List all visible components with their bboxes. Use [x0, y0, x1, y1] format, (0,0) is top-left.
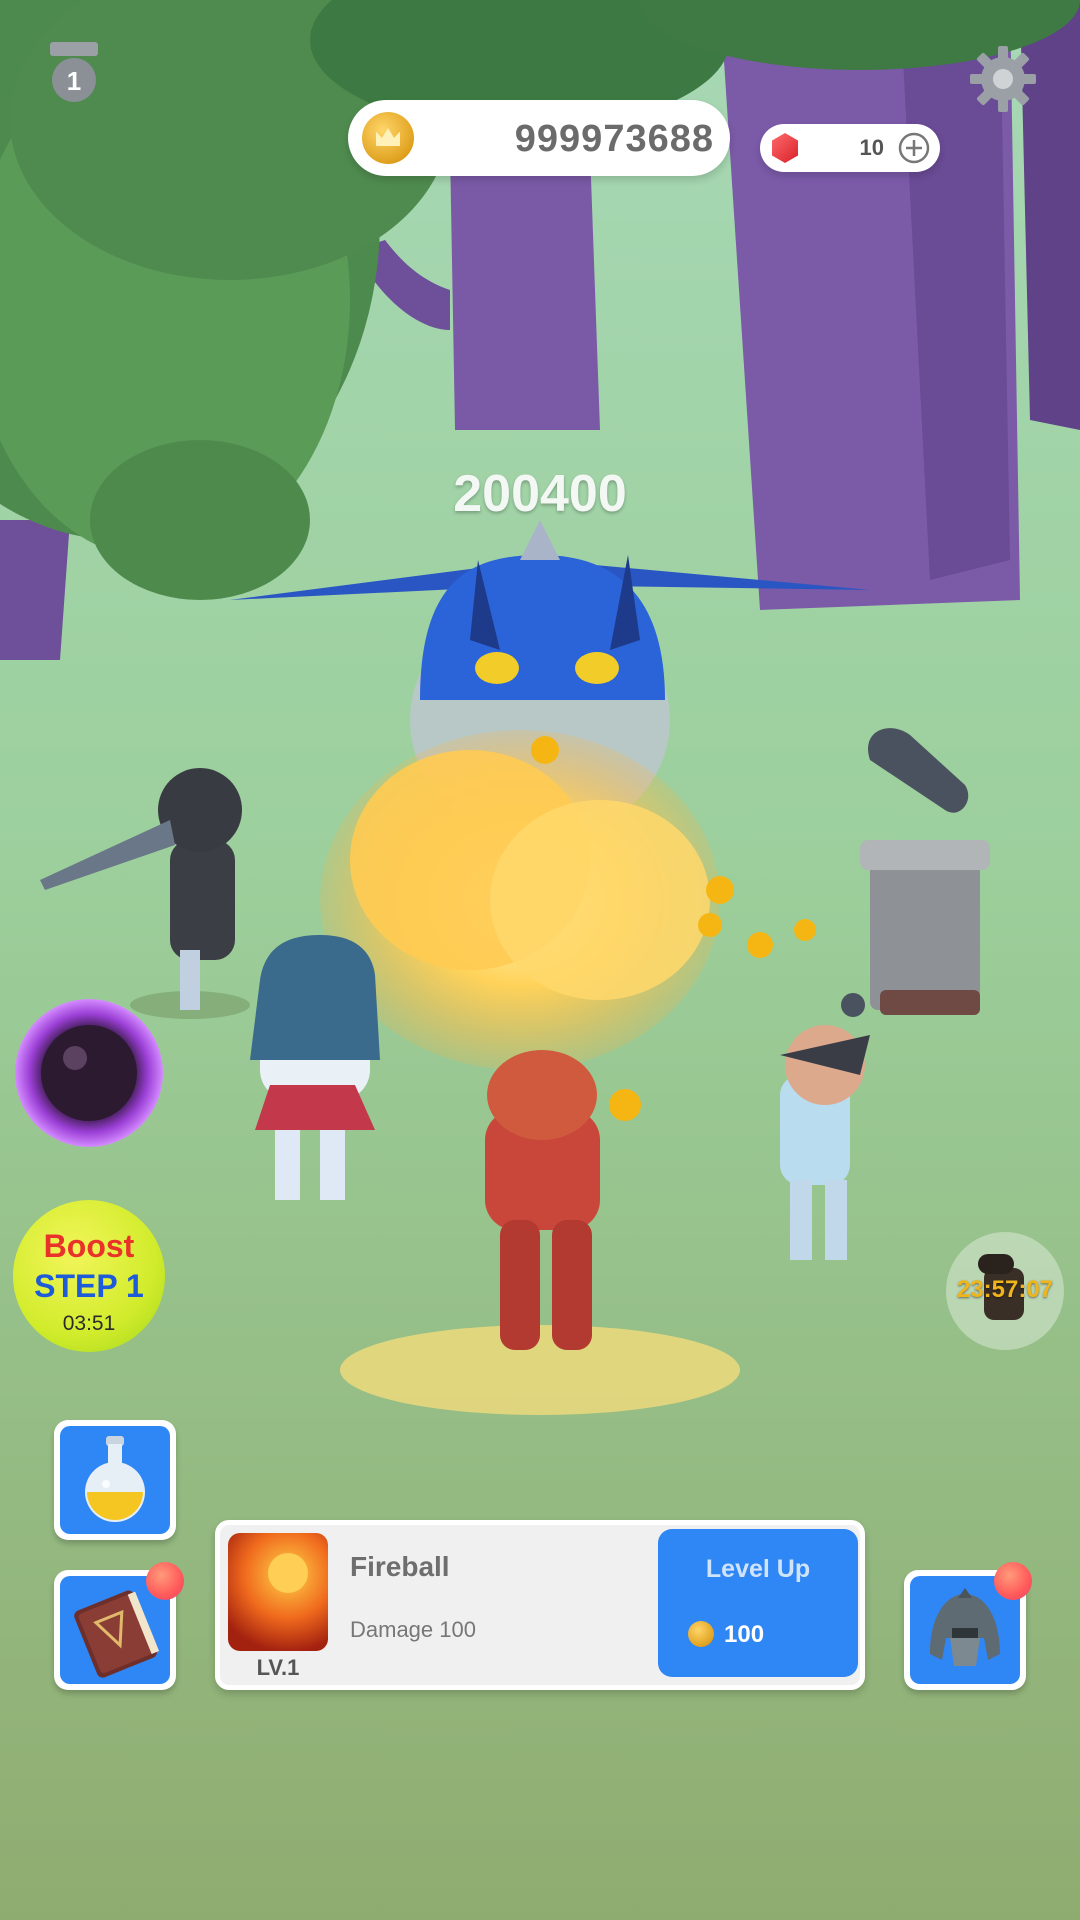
boost-title: Boost	[43, 1228, 135, 1264]
gem-counter: 10	[760, 124, 940, 172]
level-up-label: Level Up	[705, 1555, 811, 1583]
chest-timer-value: 23:57:07	[956, 1276, 1054, 1303]
boost-step: STEP 1	[34, 1268, 144, 1304]
gear-icon	[970, 46, 1036, 112]
coin-amount: 999973688	[514, 118, 714, 160]
rank-medal-button[interactable]: 1	[48, 38, 100, 106]
skill-description: Damage 100	[350, 1617, 476, 1642]
potion-icon	[85, 1436, 145, 1522]
potion-button[interactable]	[54, 1420, 176, 1540]
level-up-button[interactable]: Level Up 100	[658, 1529, 858, 1677]
skill-level: LV.1	[256, 1655, 300, 1680]
boost-button[interactable]: Boost STEP 1 03:51	[13, 1200, 165, 1352]
dark-portal-icon	[15, 999, 163, 1147]
boost-timer: 03:51	[62, 1312, 116, 1335]
rank-number: 1	[66, 66, 82, 96]
settings-button[interactable]	[968, 44, 1038, 114]
chest-timer-button[interactable]: 23:57:07	[946, 1232, 1064, 1350]
level-up-cost: 100	[724, 1621, 765, 1648]
coin-counter: 999973688	[348, 100, 730, 176]
skill-card: LV.1 Fireball Damage 100 Level Up 100	[215, 1520, 865, 1690]
gem-amount: 10	[859, 135, 884, 160]
plus-circle-icon	[898, 132, 930, 164]
red-gem-icon	[772, 133, 798, 163]
spellbook-notification-dot	[146, 1562, 184, 1600]
crown-coin-icon	[362, 112, 414, 164]
portal-button[interactable]	[15, 999, 163, 1147]
add-gems-button[interactable]	[898, 132, 930, 164]
coin-icon	[688, 1621, 714, 1647]
fireball-icon	[228, 1533, 328, 1651]
helmet-notification-dot	[994, 1562, 1032, 1600]
skill-name: Fireball	[350, 1551, 450, 1582]
boss-hp-value: 200400	[453, 465, 627, 523]
